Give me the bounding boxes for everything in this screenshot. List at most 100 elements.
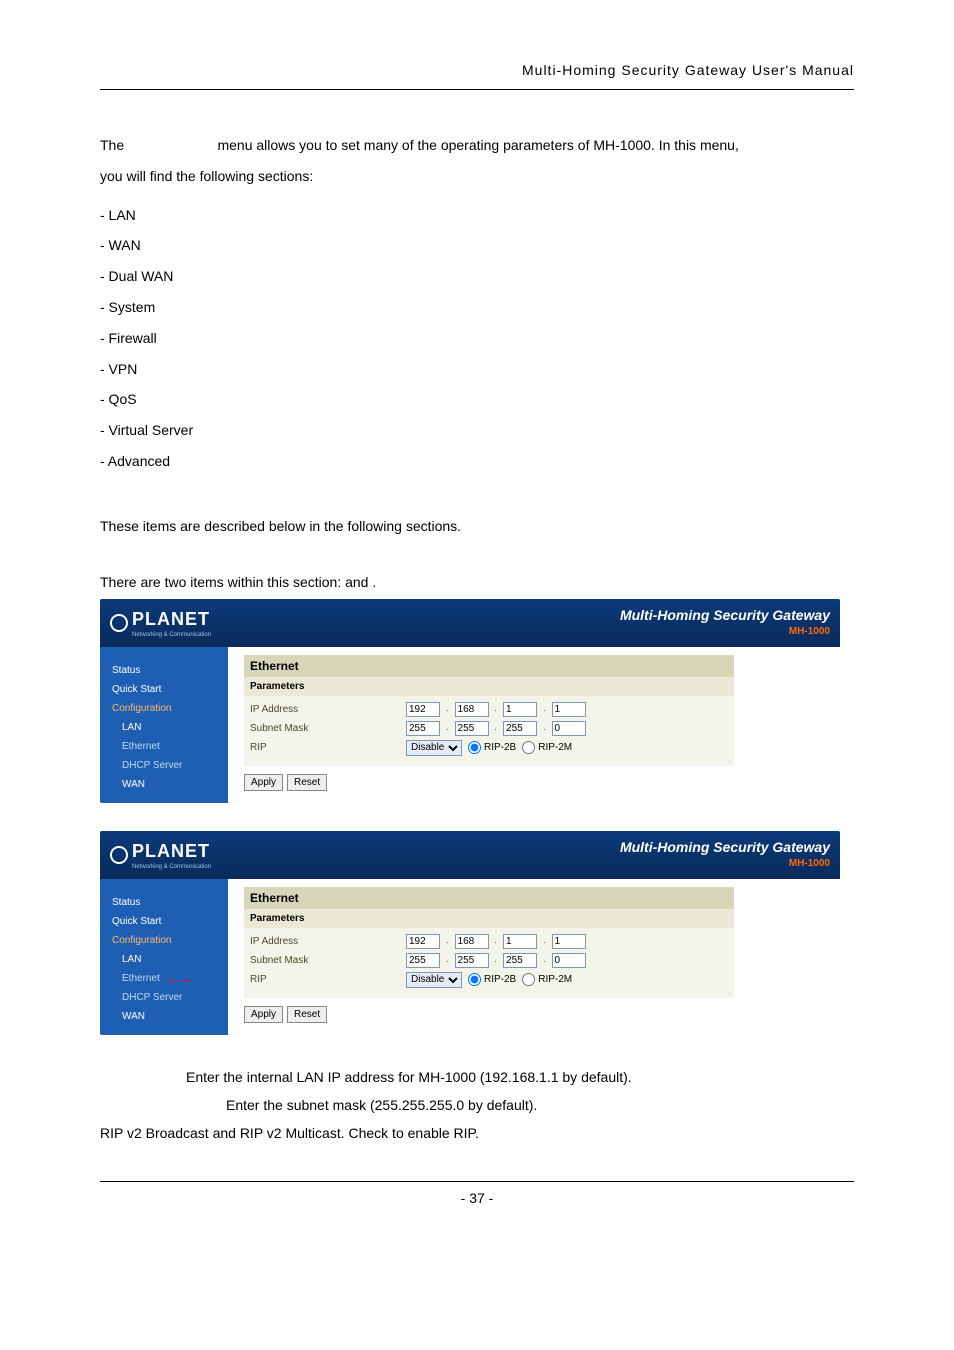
dot-icon: . xyxy=(446,953,449,967)
rip-select[interactable]: Disable xyxy=(406,972,462,988)
rip-2m-option[interactable]: RIP-2M xyxy=(522,972,572,987)
router-content: Ethernet Parameters IP Address . . . Sub… xyxy=(228,879,840,1035)
page-footer: - 37 - xyxy=(100,1181,854,1209)
router-screenshot-1: PLANET Networking & Communication Multi-… xyxy=(100,599,840,803)
ip-octet-4[interactable] xyxy=(552,702,586,717)
rip-select[interactable]: Disable xyxy=(406,740,462,756)
router-content: Ethernet Parameters IP Address . . . Sub… xyxy=(228,647,840,803)
ip-octet-3[interactable] xyxy=(503,934,537,949)
sidebar-item-quickstart[interactable]: Quick Start xyxy=(100,680,228,699)
reset-button[interactable]: Reset xyxy=(287,1006,327,1023)
product-title: Multi-Homing Security Gateway MH-1000 xyxy=(620,608,830,636)
row-subnet: Subnet Mask . . . xyxy=(250,719,728,738)
dot-icon: . xyxy=(495,953,498,967)
ip-label: IP Address xyxy=(250,702,400,717)
rip-2b-option[interactable]: RIP-2B xyxy=(468,740,516,755)
mask-octet-3[interactable] xyxy=(503,721,537,736)
mask-octet-3[interactable] xyxy=(503,953,537,968)
sidebar-item-status[interactable]: Status xyxy=(100,661,228,680)
panel-title: Ethernet xyxy=(244,887,734,909)
mask-octet-4[interactable] xyxy=(552,721,586,736)
reset-button[interactable]: Reset xyxy=(287,774,327,791)
router-topbar: PLANET Networking & Communication Multi-… xyxy=(100,831,840,879)
sidebar-item-wan[interactable]: WAN xyxy=(100,775,228,794)
ip-octet-1[interactable] xyxy=(406,702,440,717)
page-number: - 37 - xyxy=(461,1190,494,1206)
sidebar-item-ethernet[interactable]: Ethernet ←← xyxy=(100,969,228,988)
dot-icon: . xyxy=(495,702,498,716)
dot-icon: . xyxy=(446,721,449,735)
ip-octet-4[interactable] xyxy=(552,934,586,949)
row-ip: IP Address . . . xyxy=(250,700,728,719)
mask-octet-1[interactable] xyxy=(406,721,440,736)
sidebar-item-wan[interactable]: WAN xyxy=(100,1007,228,1026)
dot-icon: . xyxy=(543,721,546,735)
router-sidebar: Status Quick Start Configuration LAN Eth… xyxy=(100,879,228,1035)
router-sidebar: Status Quick Start Configuration LAN Eth… xyxy=(100,647,228,803)
model-label: MH-1000 xyxy=(620,858,830,869)
sidebar-item-dhcp[interactable]: DHCP Server xyxy=(100,756,228,775)
sidebar-item-ethernet[interactable]: Ethernet xyxy=(100,737,228,756)
rip-2b-radio[interactable] xyxy=(468,973,481,986)
router-topbar: PLANET Networking & Communication Multi-… xyxy=(100,599,840,647)
planet-icon xyxy=(110,846,128,864)
rip-2b-radio[interactable] xyxy=(468,741,481,754)
list-item: - Firewall xyxy=(100,323,854,354)
rip-2m-radio[interactable] xyxy=(522,973,535,986)
apply-button[interactable]: Apply xyxy=(244,774,283,791)
apply-button[interactable]: Apply xyxy=(244,1006,283,1023)
description-block: Enter the internal LAN IP address for MH… xyxy=(100,1063,854,1147)
list-item: - Dual WAN xyxy=(100,261,854,292)
mask-octet-4[interactable] xyxy=(552,953,586,968)
list-item: - System xyxy=(100,292,854,323)
rip-2m-radio[interactable] xyxy=(522,741,535,754)
dot-icon: . xyxy=(543,934,546,948)
mask-octet-2[interactable] xyxy=(455,953,489,968)
product-title: Multi-Homing Security Gateway MH-1000 xyxy=(620,840,830,868)
desc-ip: Enter the internal LAN IP address for MH… xyxy=(100,1063,854,1091)
lan-intro: There are two items within this section:… xyxy=(100,572,854,593)
sidebar-item-lan[interactable]: LAN xyxy=(100,718,228,737)
ip-octet-2[interactable] xyxy=(455,702,489,717)
sidebar-item-lan[interactable]: LAN xyxy=(100,950,228,969)
header-title: Multi-Homing Security Gateway User's Man… xyxy=(522,62,854,78)
list-item: - LAN xyxy=(100,200,854,231)
panel-title: Ethernet xyxy=(244,655,734,677)
model-label: MH-1000 xyxy=(620,626,830,637)
ip-octet-2[interactable] xyxy=(455,934,489,949)
ip-label: IP Address xyxy=(250,934,400,949)
ip-octet-1[interactable] xyxy=(406,934,440,949)
brand-text: PLANET xyxy=(132,841,210,861)
panel-subtitle: Parameters xyxy=(244,677,734,696)
mask-octet-1[interactable] xyxy=(406,953,440,968)
brand-text: PLANET xyxy=(132,609,210,629)
rip-2b-option[interactable]: RIP-2B xyxy=(468,972,516,987)
rip-label: RIP xyxy=(250,740,400,755)
brand-logo: PLANET Networking & Communication xyxy=(110,606,211,640)
mask-octet-2[interactable] xyxy=(455,721,489,736)
list-item: - VPN xyxy=(100,354,854,385)
rip-2m-option[interactable]: RIP-2M xyxy=(522,740,572,755)
list-item: - Advanced xyxy=(100,446,854,477)
sidebar-item-quickstart[interactable]: Quick Start xyxy=(100,912,228,931)
ip-octet-3[interactable] xyxy=(503,702,537,717)
sidebar-item-configuration[interactable]: Configuration xyxy=(100,699,228,718)
dot-icon: . xyxy=(495,721,498,735)
desc-subnet: Enter the subnet mask (255.255.255.0 by … xyxy=(100,1091,854,1119)
sidebar-item-configuration[interactable]: Configuration xyxy=(100,931,228,950)
list-item: - WAN xyxy=(100,230,854,261)
dot-icon: . xyxy=(446,934,449,948)
rip-label: RIP xyxy=(250,972,400,987)
subnet-label: Subnet Mask xyxy=(250,953,400,968)
ethernet-panel: Ethernet Parameters IP Address . . . Sub… xyxy=(244,655,734,791)
dot-icon: . xyxy=(446,702,449,716)
brand-logo: PLANET Networking & Communication xyxy=(110,838,211,872)
list-item: - Virtual Server xyxy=(100,415,854,446)
subnet-label: Subnet Mask xyxy=(250,721,400,736)
brand-subtext: Networking & Communication xyxy=(132,631,211,640)
sidebar-item-dhcp[interactable]: DHCP Server xyxy=(100,988,228,1007)
section-list: - LAN - WAN - Dual WAN - System - Firewa… xyxy=(100,200,854,477)
dot-icon: . xyxy=(543,953,546,967)
sidebar-item-status[interactable]: Status xyxy=(100,893,228,912)
intro-paragraph: The menu allows you to set many of the o… xyxy=(100,130,854,192)
